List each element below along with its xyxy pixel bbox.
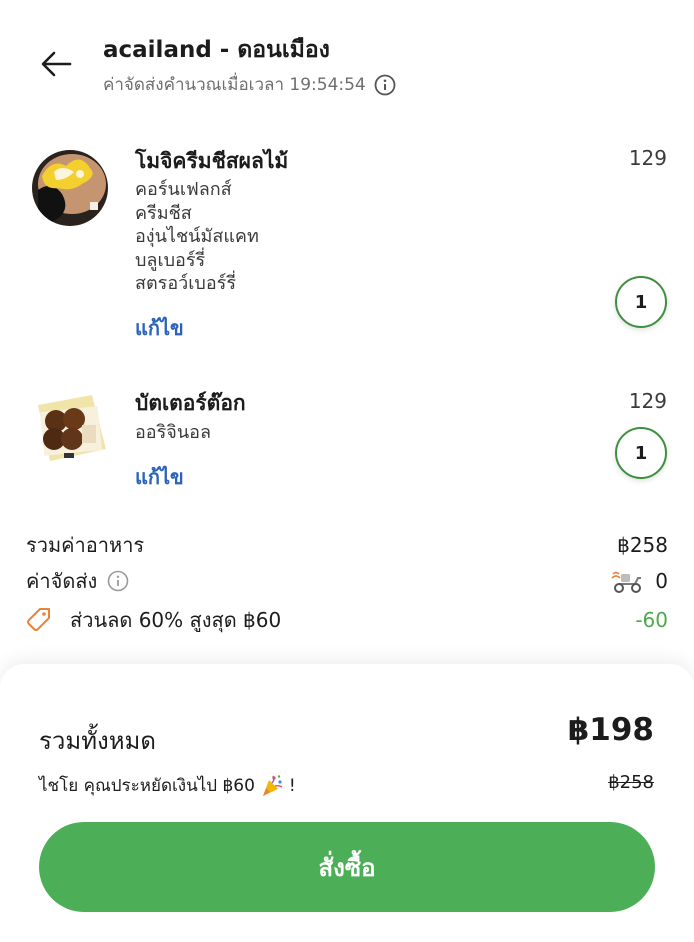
saving-message: ไชโย คุณประหยัดเงินไป ฿60 ! (39, 772, 296, 799)
item-option: ครีมชีส (135, 202, 192, 224)
edit-item-link[interactable]: แก้ไข (135, 461, 184, 493)
item-price: 129 (628, 389, 667, 413)
item-image (32, 389, 110, 467)
quantity-button[interactable]: 1 (615, 427, 667, 479)
info-icon[interactable] (107, 570, 129, 592)
delivery-calc-text: ค่าจัดส่งคำนวณเมื่อเวลา 19:54:54 (103, 75, 366, 95)
store-title: acailand - ดอนเมือง (103, 37, 330, 63)
back-button[interactable] (36, 44, 76, 84)
item-option: สตรอว์เบอร์รี่ (135, 273, 236, 294)
discount-row: ส่วนลด 60% สูงสุด ฿60 -60 (26, 605, 668, 635)
party-popper-icon (262, 774, 283, 796)
edit-item-link[interactable]: แก้ไข (135, 312, 184, 344)
arrow-left-icon (41, 51, 72, 77)
tag-icon (27, 608, 50, 631)
place-order-button[interactable]: สั่งซื้อ (39, 822, 655, 912)
item-option: องุ่นไชน์มัสแคท (135, 226, 259, 247)
item-option: ออริจินอล (135, 422, 211, 443)
scooter-icon (611, 571, 642, 593)
food-total-label: รวมค่าอาหาร (26, 533, 145, 557)
discount-value: -60 (635, 608, 668, 632)
discount-label: ส่วนลด 60% สูงสุด ฿60 (70, 608, 282, 632)
item-option: คอร์นเฟลกส์ (135, 179, 232, 200)
original-total: ฿258 (608, 772, 654, 793)
item-options: ออริจินอล (135, 421, 211, 445)
food-total-value: ฿258 (617, 533, 668, 557)
checkout-sheet: รวมทั้งหมด ฿198 ไชโย คุณประหยัดเงินไป ฿6… (0, 664, 694, 942)
item-name: บัตเตอร์ต๊อก (135, 391, 246, 415)
item-price: 129 (628, 146, 667, 170)
delivery-fee-row: ค่าจัดส่ง 0 (26, 566, 668, 596)
saving-text: ไชโย คุณประหยัดเงินไป ฿60 (39, 776, 255, 796)
quantity-button[interactable]: 1 (615, 276, 667, 328)
saving-suffix: ! (288, 775, 296, 796)
cart-item: โมจิครีมชีสผลไม้ 129 คอร์นเฟลกส์ ครีมชีส… (0, 140, 694, 350)
item-options: คอร์นเฟลกส์ ครีมชีส องุ่นไชน์มัสแคท บลูเ… (135, 178, 259, 296)
item-name: โมจิครีมชีสผลไม้ (135, 149, 289, 173)
food-total-row: รวมค่าอาหาร ฿258 (26, 530, 668, 560)
delivery-calc-note: ค่าจัดส่งคำนวณเมื่อเวลา 19:54:54 (103, 71, 396, 98)
info-icon[interactable] (374, 74, 396, 96)
item-option: บลูเบอร์รี่ (135, 249, 206, 271)
header: acailand - ดอนเมือง ค่าจัดส่งคำนวณเมื่อเ… (0, 0, 694, 110)
grand-total-label: รวมทั้งหมด (39, 727, 156, 755)
item-image (32, 150, 108, 226)
cart-item: บัตเตอร์ต๊อก 129 ออริจินอล แก้ไข 1 (0, 385, 694, 495)
delivery-fee-value: 0 (655, 569, 668, 593)
delivery-fee-label: ค่าจัดส่ง (26, 569, 98, 593)
grand-total-value: ฿198 (567, 712, 654, 748)
